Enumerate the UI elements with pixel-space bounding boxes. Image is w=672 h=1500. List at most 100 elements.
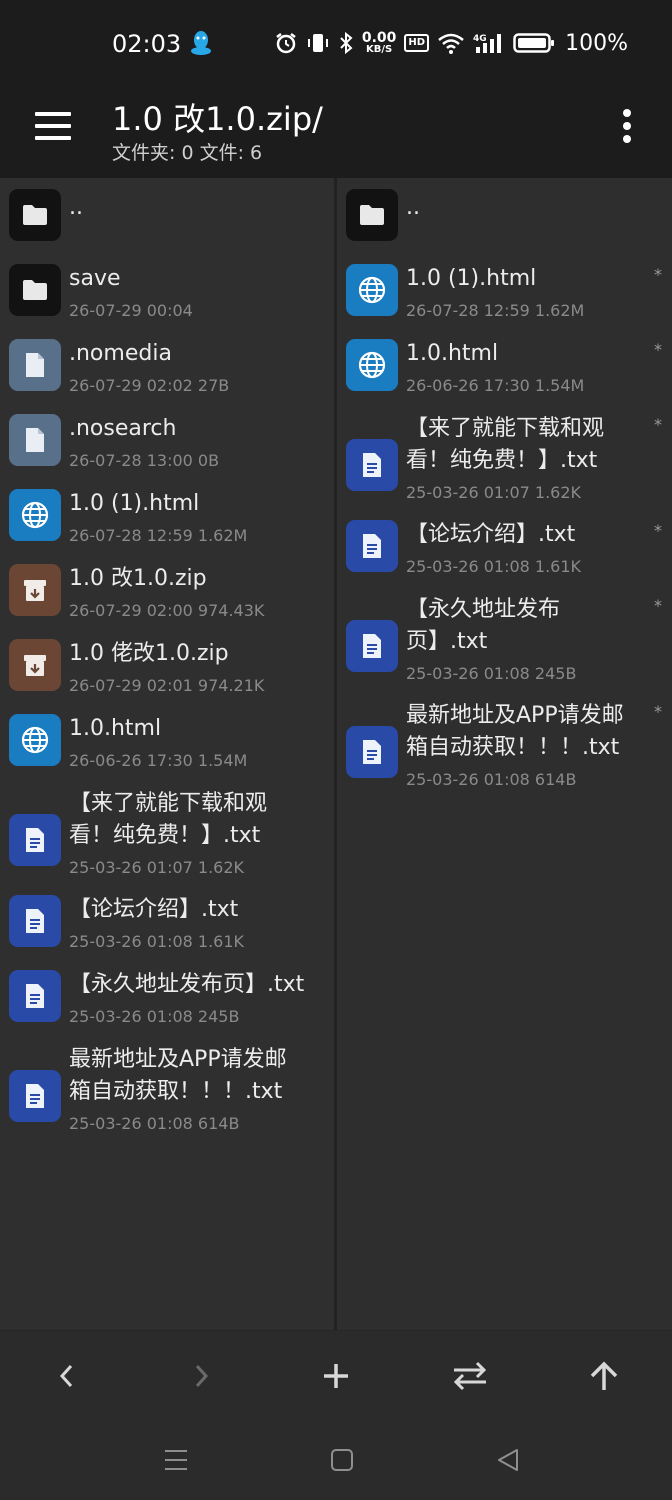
back-button[interactable] <box>42 1351 92 1401</box>
system-nav-bar <box>0 1420 672 1500</box>
up-directory-button[interactable] <box>579 1351 629 1401</box>
file-row[interactable]: 最新地址及APP请发邮 箱自动获取！！！.txt 25-03-26 01:08 61… <box>337 700 672 806</box>
file-row[interactable]: .nomedia 26-07-29 02:02 27B <box>0 338 334 413</box>
system-back-button[interactable] <box>488 1440 528 1480</box>
file-row[interactable]: 【永久地址发布页】.txt 25-03-26 01:08 245B <box>0 969 334 1044</box>
file-row[interactable]: save 26-07-29 00:04 <box>0 263 334 338</box>
document-icon <box>9 970 61 1022</box>
file-row[interactable]: 【永久地址发布 页】.txt 25-03-26 01:08 245B * <box>337 594 672 700</box>
vibrate-icon <box>307 34 328 52</box>
status-time: 02:03 <box>112 30 182 58</box>
signal-4g-icon: 4G <box>473 34 502 53</box>
document-icon <box>9 1070 61 1122</box>
file-row[interactable]: 最新地址及APP请发邮 箱自动获取！！！.txt 25-03-26 01:08 61… <box>0 1044 334 1150</box>
file-name-continued: 看！纯免费！】.txt <box>406 448 598 473</box>
file-row[interactable]: 【论坛介绍】.txt 25-03-26 01:08 1.61K <box>0 894 334 969</box>
modified-mark: * <box>654 702 662 721</box>
status-bar: 02:03 0.00 KB/S HD 4G 100% <box>0 0 672 80</box>
file-meta: 25-03-26 01:08 614B <box>69 1114 240 1133</box>
file-name: 1.0 (1).html <box>69 491 200 516</box>
network-speed: 0.00 KB/S <box>361 30 397 55</box>
hd-badge: HD <box>404 34 430 52</box>
back-triangle-icon <box>498 1449 518 1471</box>
wifi-icon <box>438 33 464 54</box>
globe-icon <box>346 339 398 391</box>
modified-mark: * <box>654 521 662 540</box>
file-row[interactable]: 1.0 (1).html 26-07-28 12:59 1.62M <box>0 488 334 563</box>
file-meta: 26-07-28 12:59 1.62M <box>69 526 248 545</box>
file-name: 1.0 改1.0.zip <box>69 566 207 591</box>
file-meta: 25-03-26 01:08 245B <box>406 664 577 683</box>
file-name: .. <box>69 195 83 220</box>
qq-icon <box>191 31 211 55</box>
file-meta: 26-06-26 17:30 1.54M <box>406 376 585 395</box>
menu-button[interactable] <box>30 104 74 148</box>
more-options-button[interactable] <box>612 106 642 146</box>
modified-mark: * <box>654 265 662 284</box>
file-name: 1.0.html <box>406 341 499 366</box>
file-name: 最新地址及APP请发邮 <box>69 1047 287 1072</box>
right-file-pane[interactable]: .. 1.0 (1).html 26-07-28 12:59 1.62M * 1.0.h… <box>337 178 672 1330</box>
modified-mark: * <box>654 596 662 615</box>
archive-icon <box>9 639 61 691</box>
file-meta: 26-07-29 02:01 974.21K <box>69 676 265 695</box>
file-row[interactable]: .. <box>0 188 334 263</box>
file-row[interactable]: 【来了就能下载和观 看！纯免费！】.txt 25-03-26 01:07 1.62K <box>0 788 334 894</box>
globe-icon <box>9 489 61 541</box>
file-row[interactable]: 1.0 改1.0.zip 26-07-29 02:00 974.43K <box>0 563 334 638</box>
add-button[interactable] <box>311 1351 361 1401</box>
file-icon <box>9 414 61 466</box>
file-name-continued: 看！纯免费！】.txt <box>69 823 261 848</box>
document-icon <box>346 520 398 572</box>
document-icon <box>346 620 398 672</box>
battery-icon <box>513 33 555 53</box>
file-name: 1.0 佬改1.0.zip <box>69 641 229 666</box>
document-icon <box>346 439 398 491</box>
file-row[interactable]: 1.0.html 26-06-26 17:30 1.54M * <box>337 338 672 413</box>
file-row[interactable]: .. <box>337 188 672 263</box>
file-row[interactable]: .nosearch 26-07-28 13:00 0B <box>0 413 334 488</box>
file-meta: 26-07-29 02:00 974.43K <box>69 601 265 620</box>
file-name: 【来了就能下载和观 <box>69 791 268 816</box>
file-meta: 26-07-28 13:00 0B <box>69 451 220 470</box>
file-name-continued: 箱自动获取！！！.txt <box>69 1079 283 1104</box>
file-name: save <box>69 266 121 291</box>
back-arrow-icon <box>59 1364 73 1388</box>
document-icon <box>9 814 61 866</box>
file-name: 【论坛介绍】.txt <box>406 522 576 547</box>
file-name: 1.0 (1).html <box>406 266 537 291</box>
file-meta: 25-03-26 01:07 1.62K <box>406 483 582 502</box>
file-name: .nomedia <box>69 341 172 366</box>
file-meta: 25-03-26 01:08 1.61K <box>69 932 245 951</box>
file-row[interactable]: 1.0 (1).html 26-07-28 12:59 1.62M * <box>337 263 672 338</box>
archive-icon <box>9 564 61 616</box>
file-meta: 26-07-28 12:59 1.62M <box>406 301 585 320</box>
forward-arrow-icon <box>195 1364 209 1388</box>
svg-text:4G: 4G <box>473 34 487 44</box>
forward-button[interactable] <box>176 1351 226 1401</box>
file-name-continued: 页】.txt <box>406 629 488 654</box>
swap-panes-button[interactable] <box>445 1351 495 1401</box>
bottom-toolbar <box>0 1330 672 1420</box>
file-meta: 26-07-29 02:02 27B <box>69 376 230 395</box>
recents-button[interactable] <box>156 1440 196 1480</box>
file-meta: 26-06-26 17:30 1.54M <box>69 751 248 770</box>
app-bar: 1.0 改1.0.zip/ 文件夹: 0 文件: 6 <box>0 80 672 178</box>
home-icon <box>331 1449 353 1471</box>
path-title: 1.0 改1.0.zip/ <box>112 100 323 138</box>
file-row[interactable]: 【论坛介绍】.txt 25-03-26 01:08 1.61K * <box>337 519 672 594</box>
file-icon <box>9 339 61 391</box>
file-name: 1.0.html <box>69 716 162 741</box>
file-name: 【永久地址发布页】.txt <box>69 972 305 997</box>
file-meta: 25-03-26 01:07 1.62K <box>69 858 245 877</box>
home-button[interactable] <box>322 1440 362 1480</box>
folder-icon <box>9 189 61 241</box>
globe-icon <box>9 714 61 766</box>
file-row[interactable]: 1.0.html 26-06-26 17:30 1.54M <box>0 713 334 788</box>
modified-mark: * <box>654 340 662 359</box>
file-row[interactable]: 1.0 佬改1.0.zip 26-07-29 02:01 974.21K <box>0 638 334 713</box>
file-meta: 26-07-29 00:04 <box>69 301 193 320</box>
file-row[interactable]: 【来了就能下载和观 看！纯免费！】.txt 25-03-26 01:07 1.62K… <box>337 413 672 519</box>
file-name: .. <box>406 195 420 220</box>
left-file-pane[interactable]: .. save 26-07-29 00:04 .nomedia 26-07-29 02:… <box>0 178 334 1330</box>
